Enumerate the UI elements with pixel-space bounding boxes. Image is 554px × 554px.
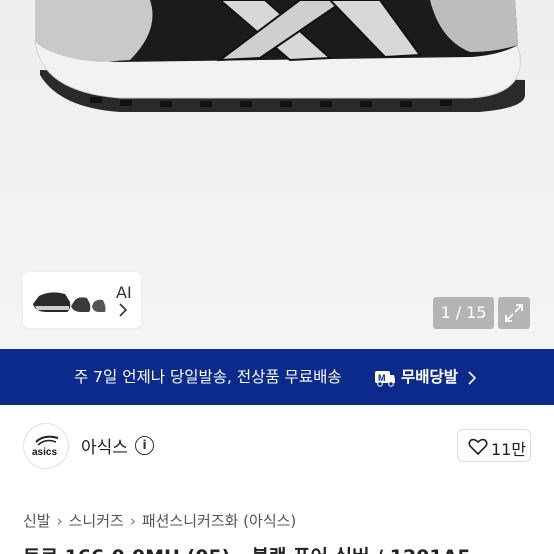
info-icon[interactable]: i <box>135 436 154 455</box>
mu-delivery-icon: M <box>375 371 395 387</box>
breadcrumb-separator-icon: › <box>129 512 136 530</box>
chevron-right-icon <box>468 371 477 385</box>
breadcrumb-item[interactable]: 패션스니커즈화 (아식스) <box>142 512 296 530</box>
ai-thumbnail-card[interactable]: AI <box>23 272 141 328</box>
like-count: 11만 <box>491 440 527 459</box>
expand-button[interactable] <box>498 297 530 329</box>
product-image-gallery[interactable]: AI 1 / 15 <box>0 0 554 349</box>
shipping-banner-text: 주 7일 언제나 당일발송, 전상품 무료배송 <box>74 368 342 386</box>
svg-text:M: M <box>378 373 386 383</box>
svg-text:asics: asics <box>32 447 57 458</box>
image-counter: 1 / 15 <box>433 297 494 329</box>
expand-icon <box>505 304 523 322</box>
asics-logo-icon: asics <box>32 435 59 458</box>
like-button[interactable]: 11만 <box>457 429 531 462</box>
ai-label: AI <box>116 283 132 302</box>
brand-name[interactable]: 아식스 <box>81 433 128 458</box>
breadcrumb-item[interactable]: 신발 <box>23 512 51 530</box>
chevron-right-icon <box>119 303 128 317</box>
thumbnail-image <box>33 292 106 312</box>
product-title: 트로 166.0.0MH (05) - 블랙 퓨어 실버 / 1201A5 <box>23 542 471 554</box>
breadcrumb: 신발 › 스니커즈 › 패션스니커즈화 (아식스) <box>23 510 296 531</box>
heart-icon <box>468 438 488 456</box>
breadcrumb-item[interactable]: 스니커즈 <box>69 512 124 530</box>
free-shipping-badge-label: 무배당발 <box>401 368 459 386</box>
breadcrumb-separator-icon: › <box>56 512 63 530</box>
brand-logo[interactable]: asics <box>23 423 69 469</box>
